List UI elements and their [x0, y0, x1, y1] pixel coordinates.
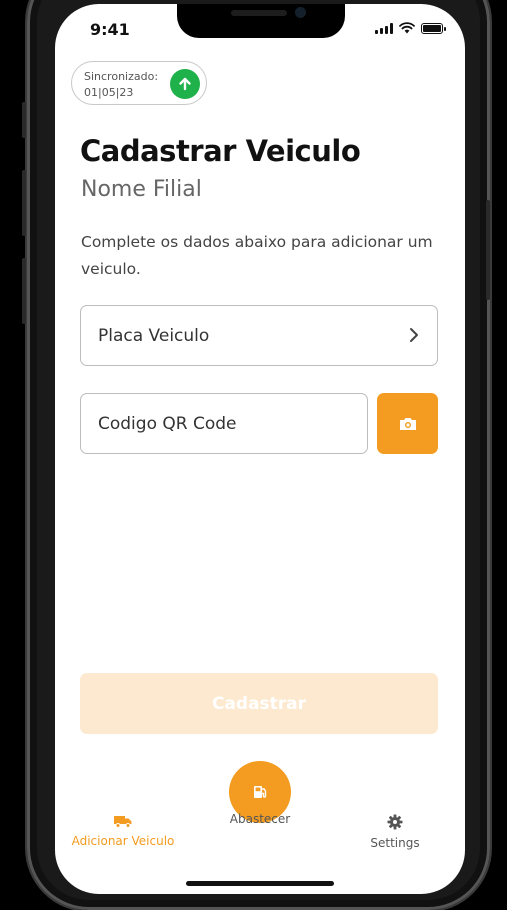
- sync-date: 01|05|23: [84, 86, 134, 99]
- qr-code-input[interactable]: Codigo QR Code: [80, 393, 368, 454]
- speaker: [231, 10, 287, 16]
- notch: [177, 4, 345, 38]
- signal-icon: [375, 22, 393, 34]
- branch-name: Nome Filial: [81, 177, 202, 202]
- wifi-icon: [399, 22, 415, 34]
- arrow-up-icon[interactable]: [170, 69, 200, 99]
- gear-icon: [387, 814, 403, 830]
- tab-label-abastecer[interactable]: Abastecer: [215, 812, 305, 826]
- page-description: Complete os dados abaixo para adicionar …: [81, 233, 433, 278]
- sync-label: Sincronizado:: [84, 70, 159, 83]
- front-camera: [295, 7, 306, 18]
- page-title: Cadastrar Veiculo: [80, 134, 361, 168]
- home-indicator: [186, 881, 334, 886]
- plate-placeholder: Placa Veiculo: [98, 326, 210, 346]
- volume-down-button: [22, 258, 26, 324]
- app-screen: 9:41 Sincronizado: 01|05|23 Cadastrar Ve…: [55, 4, 465, 894]
- tab-label-settings: Settings: [370, 836, 420, 850]
- submit-button[interactable]: Cadastrar: [80, 673, 438, 734]
- volume-up-button: [22, 170, 26, 236]
- power-button: [486, 200, 490, 300]
- silent-switch: [22, 102, 26, 138]
- qr-code-placeholder: Codigo QR Code: [98, 414, 237, 434]
- plate-select[interactable]: Placa Veiculo: [80, 305, 438, 366]
- tab-label-adicionar-veiculo: Adicionar Veiculo: [71, 834, 175, 848]
- status-icons: [375, 22, 446, 34]
- camera-icon: [399, 417, 416, 430]
- sync-status[interactable]: Sincronizado: 01|05|23: [71, 61, 207, 105]
- fuel-icon: [254, 786, 267, 798]
- camera-button[interactable]: [377, 393, 438, 454]
- truck-icon: [114, 816, 132, 828]
- tab-settings[interactable]: Settings: [355, 814, 435, 850]
- chevron-right-icon: [410, 328, 418, 342]
- battery-icon: [421, 22, 446, 34]
- tab-adicionar-veiculo[interactable]: Adicionar Veiculo: [72, 814, 174, 848]
- status-time: 9:41: [90, 20, 130, 39]
